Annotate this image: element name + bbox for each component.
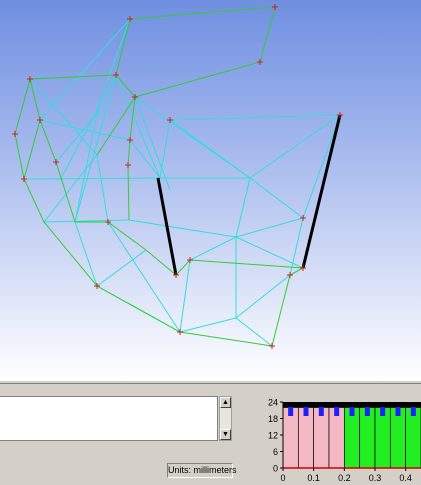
wire-edge-green xyxy=(55,161,76,223)
histogram-bar xyxy=(282,407,299,469)
wire-edge-cyan xyxy=(289,217,304,276)
data-marker xyxy=(395,407,401,416)
x-tick-label: 0.1 xyxy=(307,473,320,482)
wire-edge-cyan xyxy=(39,18,131,121)
y-tick-label: 6 xyxy=(273,447,278,457)
structural-member xyxy=(156,177,178,276)
histogram-bar xyxy=(405,407,421,469)
data-marker xyxy=(349,407,355,416)
wire-edge-green xyxy=(23,119,41,180)
wire-edge-cyan xyxy=(74,74,117,223)
data-marker xyxy=(288,407,294,416)
data-marker xyxy=(410,407,416,416)
wire-edge-cyan xyxy=(302,114,341,219)
node-marker xyxy=(125,162,131,168)
histogram-bar xyxy=(359,407,376,469)
message-scrollbar[interactable]: ▲ ▼ xyxy=(219,396,232,441)
x-tick-label: 0 xyxy=(280,473,285,482)
bottom-panel: ▲ ▼ Units: millimeters 0 6 12 18 24 0 0.1 0.2 0.… xyxy=(0,384,421,483)
histogram-bar xyxy=(374,407,391,469)
data-marker xyxy=(318,407,324,416)
wire-edge-cyan xyxy=(115,74,161,179)
y-tick-label: 12 xyxy=(268,431,278,441)
histogram-bar xyxy=(389,407,407,469)
wire-edge-cyan xyxy=(59,74,117,181)
arrow-up-icon[interactable]: ▲ xyxy=(220,397,231,408)
node-marker xyxy=(337,112,343,118)
wire-edge-green xyxy=(189,259,304,269)
wire-edge-cyan xyxy=(23,177,161,180)
units-indicator: Units: millimeters xyxy=(167,463,237,478)
data-marker xyxy=(303,407,309,416)
arrow-down-icon[interactable]: ▼ xyxy=(220,429,231,440)
3d-viewport[interactable] xyxy=(0,0,421,380)
wire-edge-cyan xyxy=(169,114,341,121)
histogram-chart: 0 6 12 18 24 0 0.1 0.2 0.3 0.4 xyxy=(245,392,421,485)
wire-edge-green xyxy=(39,119,57,163)
node-marker xyxy=(257,59,263,65)
wire-edge-cyan xyxy=(249,177,304,219)
node-marker xyxy=(12,131,18,137)
y-tick-label: 0 xyxy=(273,464,278,474)
data-marker xyxy=(380,407,386,416)
data-marker xyxy=(334,407,340,416)
wire-edge-cyan xyxy=(189,236,237,261)
wire-edge-cyan xyxy=(235,217,304,238)
y-tick-label: 18 xyxy=(268,414,278,424)
wire-edge-green xyxy=(127,139,131,166)
wire-edge-cyan xyxy=(134,96,251,179)
structural-member xyxy=(301,114,342,269)
wire-edge-cyan xyxy=(129,139,161,179)
x-tick-label: 0.4 xyxy=(399,473,412,482)
wire-edge-cyan xyxy=(43,154,98,223)
data-marker xyxy=(364,407,370,416)
node-marker xyxy=(272,4,278,10)
histogram-bar xyxy=(297,407,315,469)
wireframe-model[interactable] xyxy=(0,0,421,380)
histogram-bar xyxy=(328,407,345,469)
wire-edge-cyan xyxy=(235,177,251,238)
node-marker xyxy=(21,176,27,182)
x-tick-label: 0.3 xyxy=(369,473,382,482)
wire-edge-cyan xyxy=(179,259,191,333)
wire-edge-cyan xyxy=(134,96,171,191)
wire-edge-cyan xyxy=(39,119,131,141)
node-marker xyxy=(300,265,306,271)
histogram-bar xyxy=(343,407,361,469)
histogram-bar xyxy=(313,407,330,469)
wire-edge-green xyxy=(107,221,147,251)
y-tick-label: 24 xyxy=(268,398,278,408)
wire-edge-cyan xyxy=(74,221,98,287)
wire-edge-cyan xyxy=(128,219,237,238)
top-band xyxy=(283,402,421,408)
node-marker xyxy=(177,329,183,335)
message-log[interactable] xyxy=(0,396,218,441)
wire-edge-cyan xyxy=(159,119,171,179)
wire-edge-cyan xyxy=(179,317,237,333)
wire-edge-green xyxy=(127,164,130,221)
wire-edge-cyan xyxy=(99,18,131,101)
x-tick-label: 0.2 xyxy=(338,473,351,482)
wire-edge-cyan xyxy=(235,274,291,319)
wire-edge-cyan xyxy=(96,154,109,223)
wire-edge-cyan xyxy=(74,99,101,223)
